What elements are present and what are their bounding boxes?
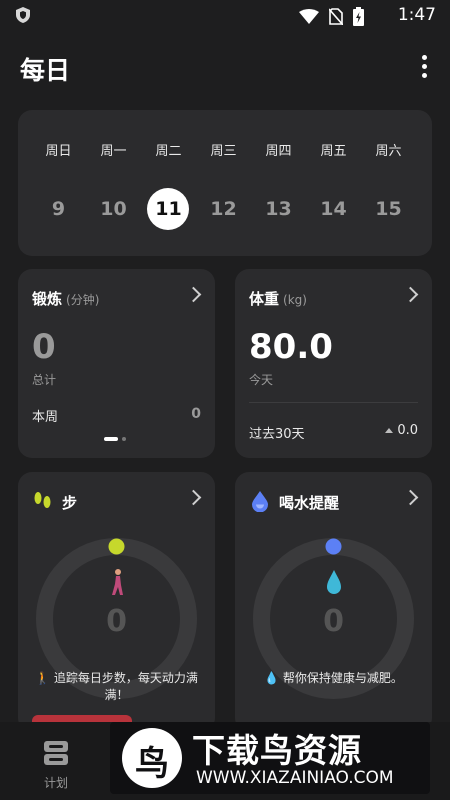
water-drop-icon — [327, 570, 341, 594]
day-button-selected[interactable]: 11 — [141, 188, 196, 230]
page-indicator — [104, 437, 126, 441]
week-days: 9 10 11 12 13 14 15 — [31, 188, 445, 230]
steps-tip: 🚶 追踪每日步数，每天动力满满！ — [35, 671, 198, 702]
wifi-icon — [299, 8, 319, 24]
weekday-label: 周五 — [320, 144, 347, 159]
weekday-label: 周一 — [100, 144, 127, 159]
battery-charging-icon — [353, 7, 364, 26]
day-button[interactable]: 15 — [361, 188, 416, 230]
exercise-week-label: 本周 — [32, 410, 59, 425]
trend-up-icon — [385, 428, 394, 433]
weight-card[interactable]: 体重 (kg) 80.0 今天 过去30天 0.0 — [235, 269, 432, 458]
divider — [249, 402, 418, 403]
weight-title: 体重 (kg) — [249, 290, 307, 308]
weekday-label: 周日 — [45, 144, 72, 159]
water-title: 喝水提醒 — [279, 494, 340, 512]
steps-value: 0 — [106, 604, 127, 639]
water-value: 0 — [323, 604, 344, 639]
watermark-title: 下载鸟资源 — [192, 731, 362, 770]
watermark-logo: 鸟 — [122, 728, 182, 788]
exercise-sub-label: 总计 — [32, 373, 57, 387]
steps-card[interactable]: 步 0 🚶 追踪每日步数，每天动力满满！ — [18, 472, 215, 732]
exercise-unit: (分钟) — [66, 293, 100, 307]
weekday-names: 周日 周一 周二 周三 周四 周五 周六 — [31, 140, 445, 159]
weight-period-label: 过去30天 — [249, 427, 305, 442]
watermark-overlay: 鸟 下载鸟资源 WWW.XIAZAINIAO.COM — [110, 722, 430, 794]
day-button[interactable]: 13 — [251, 188, 306, 230]
steps-title: 步 — [62, 494, 78, 512]
plan-icon — [44, 741, 68, 765]
tab-plan-label: 计划 — [43, 776, 68, 790]
weekday-label: 周四 — [265, 144, 292, 159]
shield-icon — [16, 7, 30, 23]
water-card[interactable]: 喝水提醒 0 💧 帮你保持健康与减肥。 — [235, 472, 432, 732]
day-button[interactable]: 14 — [306, 188, 361, 230]
day-button[interactable]: 12 — [196, 188, 251, 230]
weight-unit: (kg) — [283, 293, 307, 307]
weight-value: 80.0 — [249, 327, 333, 367]
chevron-right-icon[interactable] — [185, 286, 202, 303]
chevron-right-icon[interactable] — [185, 489, 202, 506]
weekday-label: 周三 — [210, 144, 237, 159]
status-time: 1:47 — [397, 5, 436, 25]
page-title: 每日 — [20, 56, 71, 85]
weight-sub-label: 今天 — [249, 373, 274, 387]
app-bar: 每日 — [0, 40, 450, 96]
weekday-label: 周二 — [155, 144, 182, 159]
more-options-icon[interactable] — [414, 52, 434, 80]
exercise-week-value: 0 — [191, 406, 201, 422]
water-drop-icon — [252, 491, 268, 512]
chevron-right-icon[interactable] — [402, 489, 419, 506]
footprints-icon — [34, 492, 51, 508]
exercise-card[interactable]: 锻炼 (分钟) 0 总计 本周 0 — [18, 269, 215, 458]
progress-dot — [108, 538, 125, 555]
exercise-title: 锻炼 (分钟) — [32, 290, 100, 308]
tab-plan[interactable]: 计划 — [28, 734, 84, 790]
week-calendar-card: 周日 周一 周二 周三 周四 周五 周六 9 10 11 12 13 14 15 — [18, 110, 432, 256]
exercise-value: 0 — [32, 327, 56, 367]
weekday-label: 周六 — [375, 144, 402, 159]
day-button[interactable]: 9 — [31, 188, 86, 230]
water-tip: 💧 帮你保持健康与减肥。 — [264, 671, 403, 685]
status-bar: 1:47 — [0, 0, 450, 32]
weight-change: 0.0 — [385, 423, 418, 438]
no-sim-icon — [329, 8, 343, 25]
progress-dot — [325, 538, 342, 555]
walking-person-icon — [112, 569, 123, 595]
day-button[interactable]: 10 — [86, 188, 141, 230]
chevron-right-icon[interactable] — [402, 286, 419, 303]
watermark-url: WWW.XIAZAINIAO.COM — [196, 768, 394, 788]
